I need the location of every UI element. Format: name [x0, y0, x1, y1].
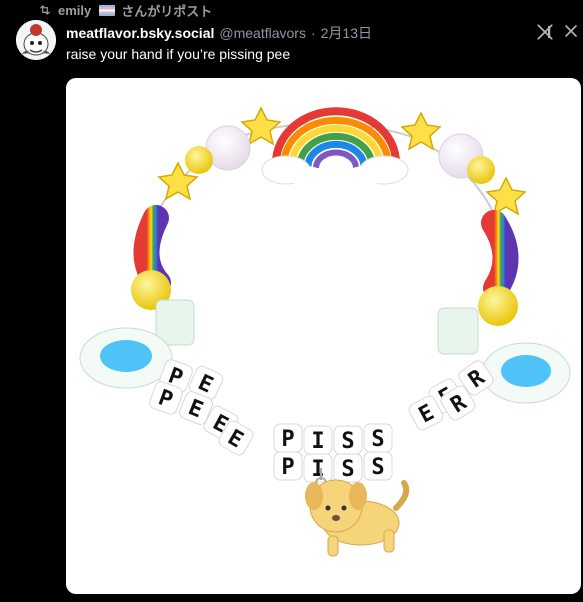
close-icon[interactable] — [564, 24, 578, 38]
letter-bead-center-6: S — [333, 453, 363, 483]
repost-icon — [39, 5, 51, 15]
letter-bead-center-3: S — [363, 423, 393, 453]
avatar[interactable] — [16, 20, 56, 60]
letter-bead-center-1: I — [303, 425, 333, 455]
repost-indicator[interactable]: emily さんがリポスト — [38, 0, 212, 20]
x-logo-icon[interactable] — [536, 23, 554, 41]
svg-text:S: S — [341, 429, 354, 454]
timestamp[interactable]: 2月13日 — [321, 23, 372, 43]
letter-bead-center-7: S — [363, 451, 393, 481]
post-header: meatflavor.bsky.social @meatflavors · 2月… — [66, 23, 372, 43]
letter-bead-center-5: I — [303, 453, 333, 483]
svg-text:P: P — [281, 455, 294, 480]
post-image[interactable]: PEEPEEPISSPISSERER — [66, 78, 581, 594]
svg-text:P: P — [281, 427, 294, 452]
post-text: raise your hand if you’re pissing pee — [66, 46, 291, 62]
svg-text:I: I — [311, 429, 324, 454]
repost-suffix: さんがリポスト — [121, 3, 213, 19]
avatar-image — [16, 20, 56, 60]
letter-bead-center-0: P — [273, 423, 303, 453]
svg-text:S: S — [371, 427, 384, 452]
letter-bead-center-4: P — [273, 451, 303, 481]
letter-bead-center-2: S — [333, 425, 363, 455]
dog-charm — [305, 479, 410, 557]
rainbow-charm — [261, 107, 409, 186]
transgender-flag-icon — [99, 4, 116, 16]
separator-dot: · — [310, 25, 316, 41]
display-name[interactable]: meatflavor.bsky.social — [66, 25, 214, 41]
svg-text:S: S — [371, 455, 384, 480]
svg-text:S: S — [341, 457, 354, 482]
repost-user[interactable]: emily — [58, 3, 91, 18]
bracelet-illustration: PEEPEEPISSPISSERER — [79, 106, 571, 557]
user-handle[interactable]: @meatflavors — [219, 25, 306, 41]
